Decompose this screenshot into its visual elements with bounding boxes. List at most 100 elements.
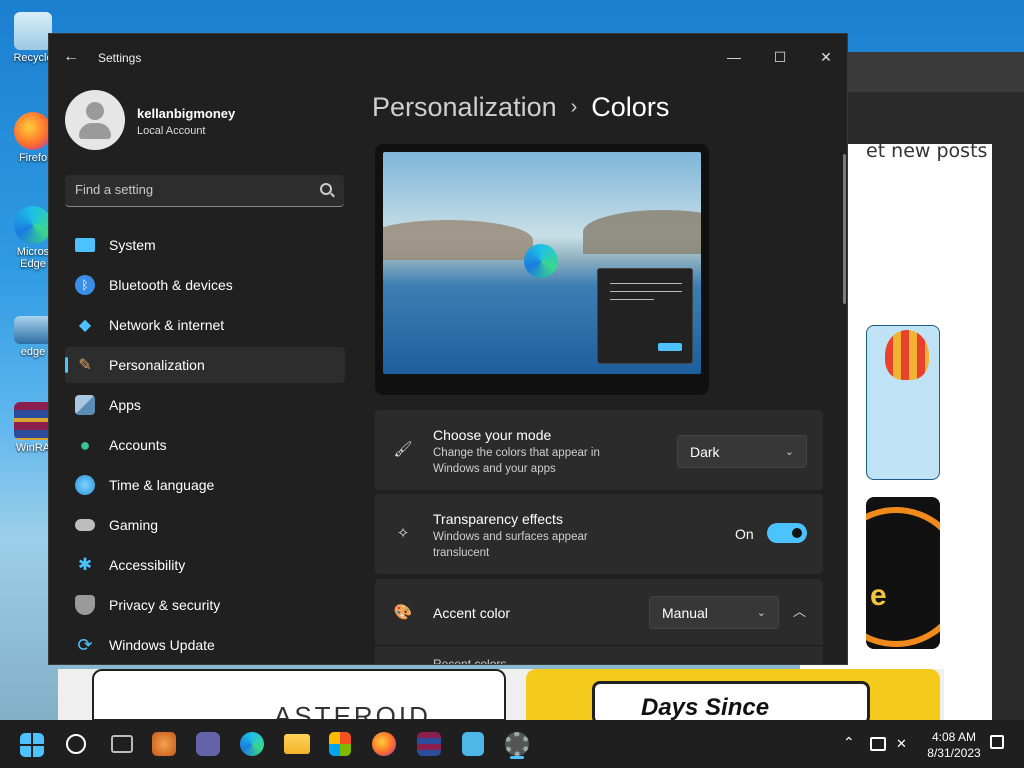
sidebar-item-personalization[interactable]: ✎ Personalization [65,347,345,383]
wallpaper-preview-image [383,152,701,374]
volume-muted-icon[interactable]: ✕ [896,736,907,752]
tray-overflow-icon[interactable]: ⌃ [843,734,855,751]
collapse-chevron-icon[interactable]: ︿ [793,601,806,620]
sidebar-item-label: Time & language [109,477,215,493]
firefox-icon [14,112,52,150]
network-icon[interactable] [870,737,886,751]
system-icon [75,238,95,252]
search-box[interactable] [65,175,344,207]
recent-colors-label: Recent colors [433,657,507,665]
browser-bottom-content: ASTEROID Days Since [58,669,944,721]
winrar-icon[interactable] [417,732,441,756]
taskbar-clock[interactable]: 4:08 AM 8/31/2023 [924,729,984,761]
balloon-image [866,325,940,480]
clock-date: 8/31/2023 [927,746,981,760]
sidebar-item-windows-update[interactable]: ⟳ Windows Update [65,627,345,663]
active-app-indicator [510,756,524,759]
sidebar-item-network[interactable]: ◆ Network & internet [65,307,345,343]
search-input[interactable] [75,182,305,197]
desktop-icon-label: WinRA [15,442,51,454]
page-title: Colors [591,92,670,122]
firefox-icon[interactable] [372,732,396,756]
accounts-icon: ● [79,434,91,455]
sidebar-item-privacy[interactable]: Privacy & security [65,587,345,623]
sidebar-item-label: Accounts [109,437,167,453]
days-since-text: Days Since [641,694,770,721]
desktop-icon-label: Recycle [13,52,53,64]
sidebar-item-label: Network & internet [109,317,225,333]
transparency-card: ✧ Transparency effects Windows and surfa… [375,494,823,574]
sidebar-nav: System ᛒ Bluetooth & devices ◆ Network &… [65,227,345,664]
widgets-icon[interactable] [152,732,176,756]
clock-time: 4:08 AM [931,730,977,744]
sidebar-item-label: Gaming [109,517,159,533]
brush-icon: ✎ [78,357,92,374]
accent-card: 🎨 Accent color Manual ⌄ ︿ Recent colors [375,579,823,665]
mode-card: 🖌 Choose your mode Change the colors tha… [375,410,823,490]
avatar[interactable] [65,90,125,150]
close-button[interactable]: ✕ [803,42,847,72]
notification-icon[interactable] [990,735,1004,749]
task-view-icon[interactable] [111,735,133,753]
mode-subtitle: Change the colors that appear in Windows… [433,447,600,475]
winrar-icon [14,402,52,440]
start-windows-icon[interactable] [20,733,44,757]
notepad-icon[interactable] [462,732,484,756]
settings-window[interactable]: ← Settings — ☐ ✕ kellanbigmoney Local Ac… [48,33,848,665]
sidebar-item-time-language[interactable]: Time & language [65,467,345,503]
sidebar-item-system[interactable]: System [65,227,345,263]
mode-dropdown[interactable]: Dark ⌄ [677,435,807,468]
edge-icon[interactable] [240,732,264,756]
browser-page-text: et new posts [866,140,988,162]
bluetooth-icon: ᛒ [75,275,95,295]
brush-icon: 🖌 [393,441,413,458]
sidebar-item-bluetooth[interactable]: ᛒ Bluetooth & devices [65,267,345,303]
controller-icon [75,519,95,531]
breadcrumb: Personalization › Colors [372,92,669,123]
desktop-icon-label: edge [20,346,46,358]
search-icon[interactable] [320,183,332,195]
minimize-button[interactable]: — [711,42,757,72]
search-icon[interactable] [66,734,86,754]
desktop-icon-label: Firefo [18,152,48,164]
sidebar-item-apps[interactable]: Apps [65,387,345,423]
mode-value: Dark [690,444,720,460]
sidebar-item-label: Bluetooth & devices [109,277,233,293]
maximize-button[interactable]: ☐ [757,42,803,72]
sidebar-item-accounts[interactable]: ● Accounts [65,427,345,463]
asteroid-text: ASTEROID [274,701,431,721]
sparkle-icon: ✧ [396,525,410,542]
sun-image: e [866,497,940,649]
preview-window [597,268,693,364]
sidebar-item-accessibility[interactable]: ✱ Accessibility [65,547,345,583]
breadcrumb-parent[interactable]: Personalization [372,92,557,122]
store-icon[interactable] [329,732,351,756]
palette-icon: 🎨 [393,604,413,621]
back-arrow-icon[interactable]: ← [63,48,83,68]
accent-value: Manual [662,605,708,621]
toggle-state-label: On [735,526,754,542]
recycle-bin-icon [14,12,52,50]
sidebar-item-gaming[interactable]: Gaming [65,507,345,543]
image-file-icon [14,316,52,344]
scrollbar[interactable] [843,154,846,304]
browser-sidebar [992,144,1024,722]
account-name: kellanbigmoney [137,106,236,121]
shield-icon [75,595,95,615]
transparency-toggle[interactable] [767,523,807,543]
transparency-title: Transparency effects [433,511,563,527]
preview-accent-button [658,343,682,351]
settings-gear-icon[interactable] [505,732,529,756]
accent-dropdown[interactable]: Manual ⌄ [649,596,779,629]
desktop-icon-label: Micros Edge [16,246,50,270]
transparency-subtitle: Windows and surfaces appear translucent [433,531,588,559]
sidebar-item-label: Windows Update [109,637,215,653]
chevron-down-icon: ⌄ [784,446,794,458]
mode-title: Choose your mode [433,427,552,443]
window-title: Settings [98,51,142,65]
wifi-icon: ◆ [78,317,92,334]
edge-icon [14,206,52,244]
file-explorer-icon[interactable] [284,734,310,754]
teams-chat-icon[interactable] [196,732,220,756]
theme-preview [375,144,709,395]
